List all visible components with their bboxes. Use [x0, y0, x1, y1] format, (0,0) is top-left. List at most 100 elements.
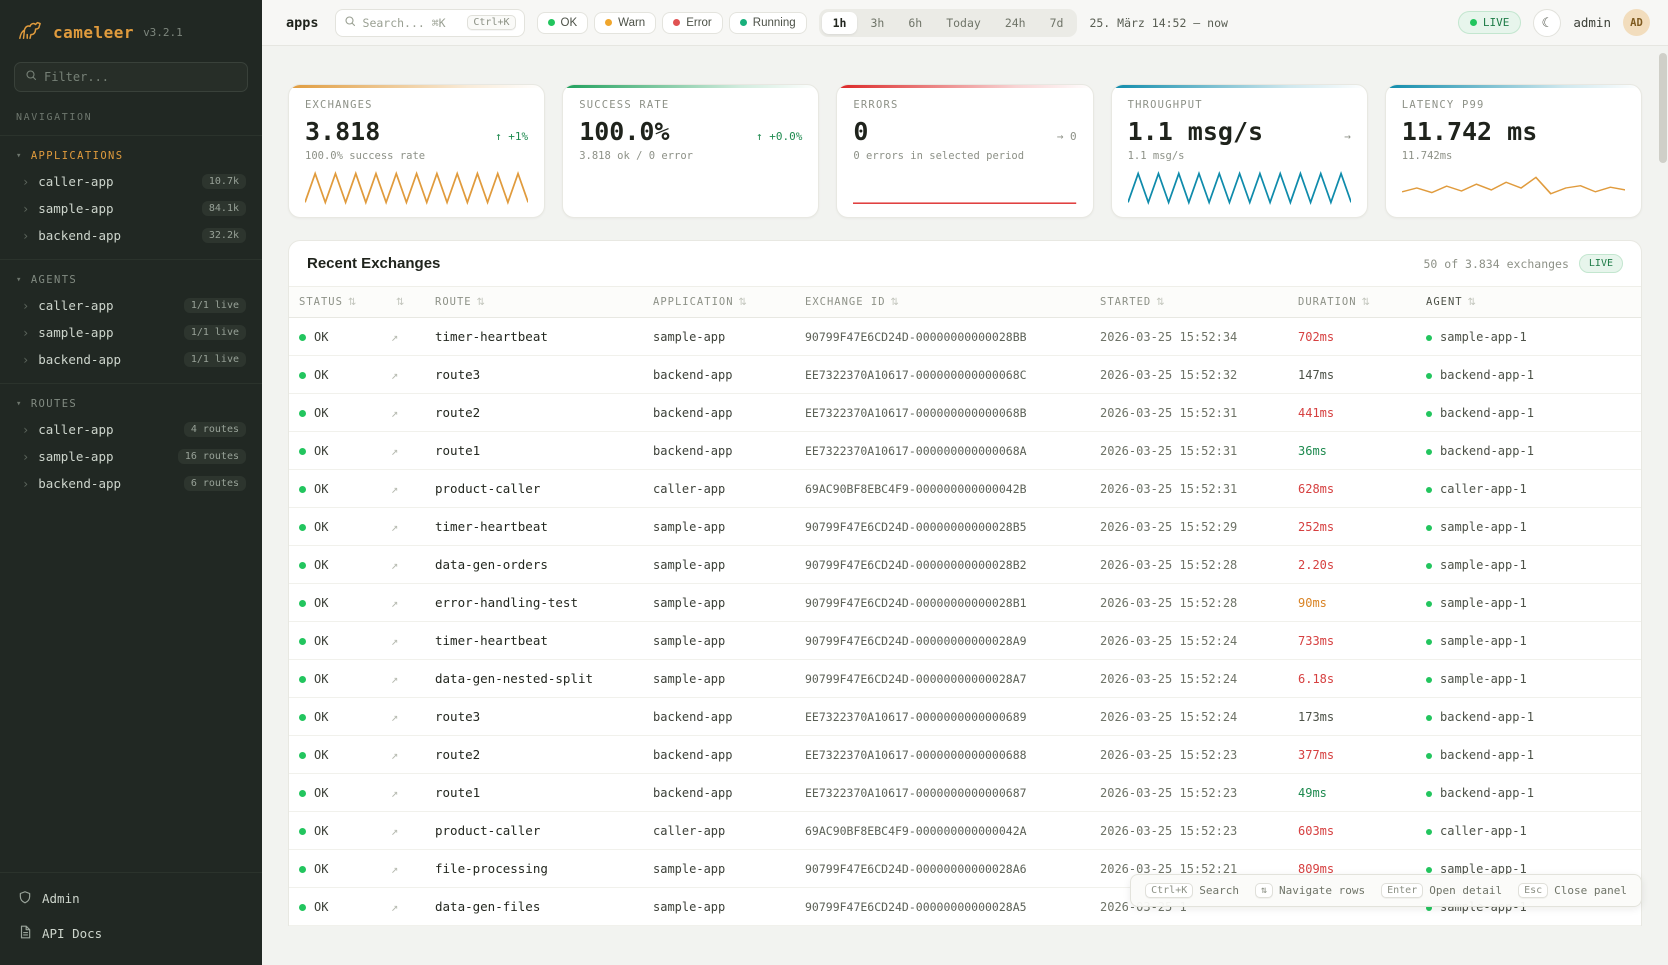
sidebar-item-admin[interactable]: Admin: [0, 881, 262, 916]
table-row[interactable]: OK ↗ route1 backend-app EE7322370A10617-…: [289, 432, 1641, 470]
sidebar-item-agent[interactable]: › backend-app 1/1 live: [0, 346, 262, 373]
card-accent-bar: [1112, 85, 1367, 88]
sidebar-item-label: sample-app: [38, 201, 193, 216]
open-exchange-icon[interactable]: ↗: [391, 558, 398, 572]
sidebar-item-agent[interactable]: › sample-app 1/1 live: [0, 319, 262, 346]
open-exchange-icon[interactable]: ↗: [391, 824, 398, 838]
application-cell: sample-app: [643, 622, 795, 660]
open-exchange-icon[interactable]: ↗: [391, 482, 398, 496]
search-input[interactable]: [363, 16, 461, 30]
section-header-routes[interactable]: ▾ ROUTES: [0, 392, 262, 416]
open-exchange-icon[interactable]: ↗: [391, 596, 398, 610]
count-badge: 10.7k: [202, 174, 246, 189]
live-indicator[interactable]: LIVE: [1458, 11, 1522, 34]
main-area: apps Ctrl+K OK Warn: [262, 0, 1668, 965]
open-exchange-icon[interactable]: ↗: [391, 368, 398, 382]
open-exchange-icon[interactable]: ↗: [391, 520, 398, 534]
status-ok-dot: [299, 410, 306, 417]
table-header-row: STATUS⇅ ⇅ ROUTE⇅ APPLICATION⇅ EXCHANGE I…: [289, 287, 1641, 318]
filter-chip[interactable]: Running: [729, 12, 807, 34]
table-row[interactable]: OK ↗ product-caller caller-app 69AC90BF8…: [289, 470, 1641, 508]
started-cell: 2026-03-25 15:52:31: [1090, 394, 1288, 432]
open-exchange-icon[interactable]: ↗: [391, 672, 398, 686]
exchange-id-cell: 90799F47E6CD24D-00000000000028B2: [795, 546, 1090, 584]
sidebar-item-label: backend-app: [38, 352, 175, 367]
table-row[interactable]: OK ↗ timer-heartbeat sample-app 90799F47…: [289, 508, 1641, 546]
agent-label: backend-app-1: [1440, 406, 1534, 420]
status-label: OK: [314, 330, 328, 344]
application-cell: backend-app: [643, 432, 795, 470]
sidebar-filter[interactable]: [14, 62, 248, 92]
sidebar-item-route[interactable]: › sample-app 16 routes: [0, 443, 262, 470]
dark-mode-toggle[interactable]: ☾: [1533, 9, 1561, 37]
panel-header: Recent Exchanges 50 of 3.834 exchanges L…: [289, 241, 1641, 286]
col-started[interactable]: STARTED⇅: [1090, 287, 1288, 318]
open-exchange-icon[interactable]: ↗: [391, 786, 398, 800]
sidebar-item-route[interactable]: › caller-app 4 routes: [0, 416, 262, 443]
time-range-button[interactable]: 3h: [859, 12, 895, 34]
sidebar-item-application[interactable]: › sample-app 84.1k: [0, 195, 262, 222]
open-exchange-icon[interactable]: ↗: [391, 330, 398, 344]
table-row[interactable]: OK ↗ data-gen-orders sample-app 90799F47…: [289, 546, 1641, 584]
col-exchange-id[interactable]: EXCHANGE ID⇅: [795, 287, 1090, 318]
open-exchange-icon[interactable]: ↗: [391, 444, 398, 458]
section-header-applications[interactable]: ▾ APPLICATIONS: [0, 144, 262, 168]
route-cell: error-handling-test: [425, 584, 643, 622]
table-row[interactable]: OK ↗ timer-heartbeat sample-app 90799F47…: [289, 318, 1641, 356]
col-route[interactable]: ROUTE⇅: [425, 287, 643, 318]
stat-value: 11.742 ms: [1402, 117, 1537, 146]
sidebar: cameleer v3.2.1 NAVIGATION ▾ APPLICATION…: [0, 0, 262, 965]
filter-chip[interactable]: Error: [662, 12, 723, 34]
col-duration[interactable]: DURATION⇅: [1288, 287, 1416, 318]
time-range-button[interactable]: 1h: [822, 12, 858, 34]
agent-label: sample-app-1: [1440, 558, 1527, 572]
route-cell: route3: [425, 698, 643, 736]
col-agent[interactable]: AGENT⇅: [1416, 287, 1641, 318]
duration-cell: 733ms: [1288, 622, 1416, 660]
table-row[interactable]: OK ↗ route3 backend-app EE7322370A10617-…: [289, 356, 1641, 394]
open-exchange-icon[interactable]: ↗: [391, 634, 398, 648]
open-exchange-icon[interactable]: ↗: [391, 900, 398, 914]
section-header-agents[interactable]: ▾ AGENTS: [0, 268, 262, 292]
search-box[interactable]: Ctrl+K: [335, 9, 525, 37]
table-row[interactable]: OK ↗ error-handling-test sample-app 9079…: [289, 584, 1641, 622]
table-row[interactable]: OK ↗ timer-heartbeat sample-app 90799F47…: [289, 622, 1641, 660]
open-exchange-icon[interactable]: ↗: [391, 710, 398, 724]
scrollbar-thumb[interactable]: [1659, 53, 1667, 163]
sidebar-item-application[interactable]: › backend-app 32.2k: [0, 222, 262, 249]
table-row[interactable]: OK ↗ route2 backend-app EE7322370A10617-…: [289, 394, 1641, 432]
col-application[interactable]: APPLICATION⇅: [643, 287, 795, 318]
table-row[interactable]: OK ↗ route3 backend-app EE7322370A10617-…: [289, 698, 1641, 736]
table-row[interactable]: OK ↗ route2 backend-app EE7322370A10617-…: [289, 736, 1641, 774]
agent-label: sample-app-1: [1440, 672, 1527, 686]
status-ok-dot: [299, 524, 306, 531]
sidebar-section-routes: ▾ ROUTES › caller-app 4 routes › sample-…: [0, 383, 262, 507]
col-status[interactable]: STATUS⇅: [289, 287, 381, 318]
avatar[interactable]: AD: [1623, 9, 1650, 36]
sidebar-filter-input[interactable]: [44, 70, 237, 84]
content: EXCHANGES 3.818 ↑ +1% 100.0% success rat…: [262, 46, 1668, 965]
open-exchange-icon[interactable]: ↗: [391, 748, 398, 762]
open-exchange-icon[interactable]: ↗: [391, 862, 398, 876]
open-exchange-icon[interactable]: ↗: [391, 406, 398, 420]
agent-label: backend-app-1: [1440, 444, 1534, 458]
time-range-button[interactable]: Today: [935, 12, 992, 34]
time-range-button[interactable]: 24h: [994, 12, 1037, 34]
sidebar-item-application[interactable]: › caller-app 10.7k: [0, 168, 262, 195]
scrollbar-track[interactable]: [1659, 47, 1667, 965]
exchange-id-cell: 90799F47E6CD24D-00000000000028A5: [795, 888, 1090, 926]
table-row[interactable]: OK ↗ route1 backend-app EE7322370A10617-…: [289, 774, 1641, 812]
sidebar-item-agent[interactable]: › caller-app 1/1 live: [0, 292, 262, 319]
application-cell: sample-app: [643, 584, 795, 622]
col-expand[interactable]: ⇅: [381, 287, 425, 318]
sparkline-chart: [579, 169, 802, 207]
time-range-button[interactable]: 6h: [897, 12, 933, 34]
filter-chip[interactable]: Warn: [594, 12, 656, 34]
filter-chip[interactable]: OK: [537, 12, 589, 34]
stat-title: LATENCY P99: [1402, 99, 1625, 111]
sidebar-item-api-docs[interactable]: API Docs: [0, 916, 262, 951]
sidebar-item-route[interactable]: › backend-app 6 routes: [0, 470, 262, 497]
table-row[interactable]: OK ↗ product-caller caller-app 69AC90BF8…: [289, 812, 1641, 850]
time-range-button[interactable]: 7d: [1039, 12, 1075, 34]
table-row[interactable]: OK ↗ data-gen-nested-split sample-app 90…: [289, 660, 1641, 698]
